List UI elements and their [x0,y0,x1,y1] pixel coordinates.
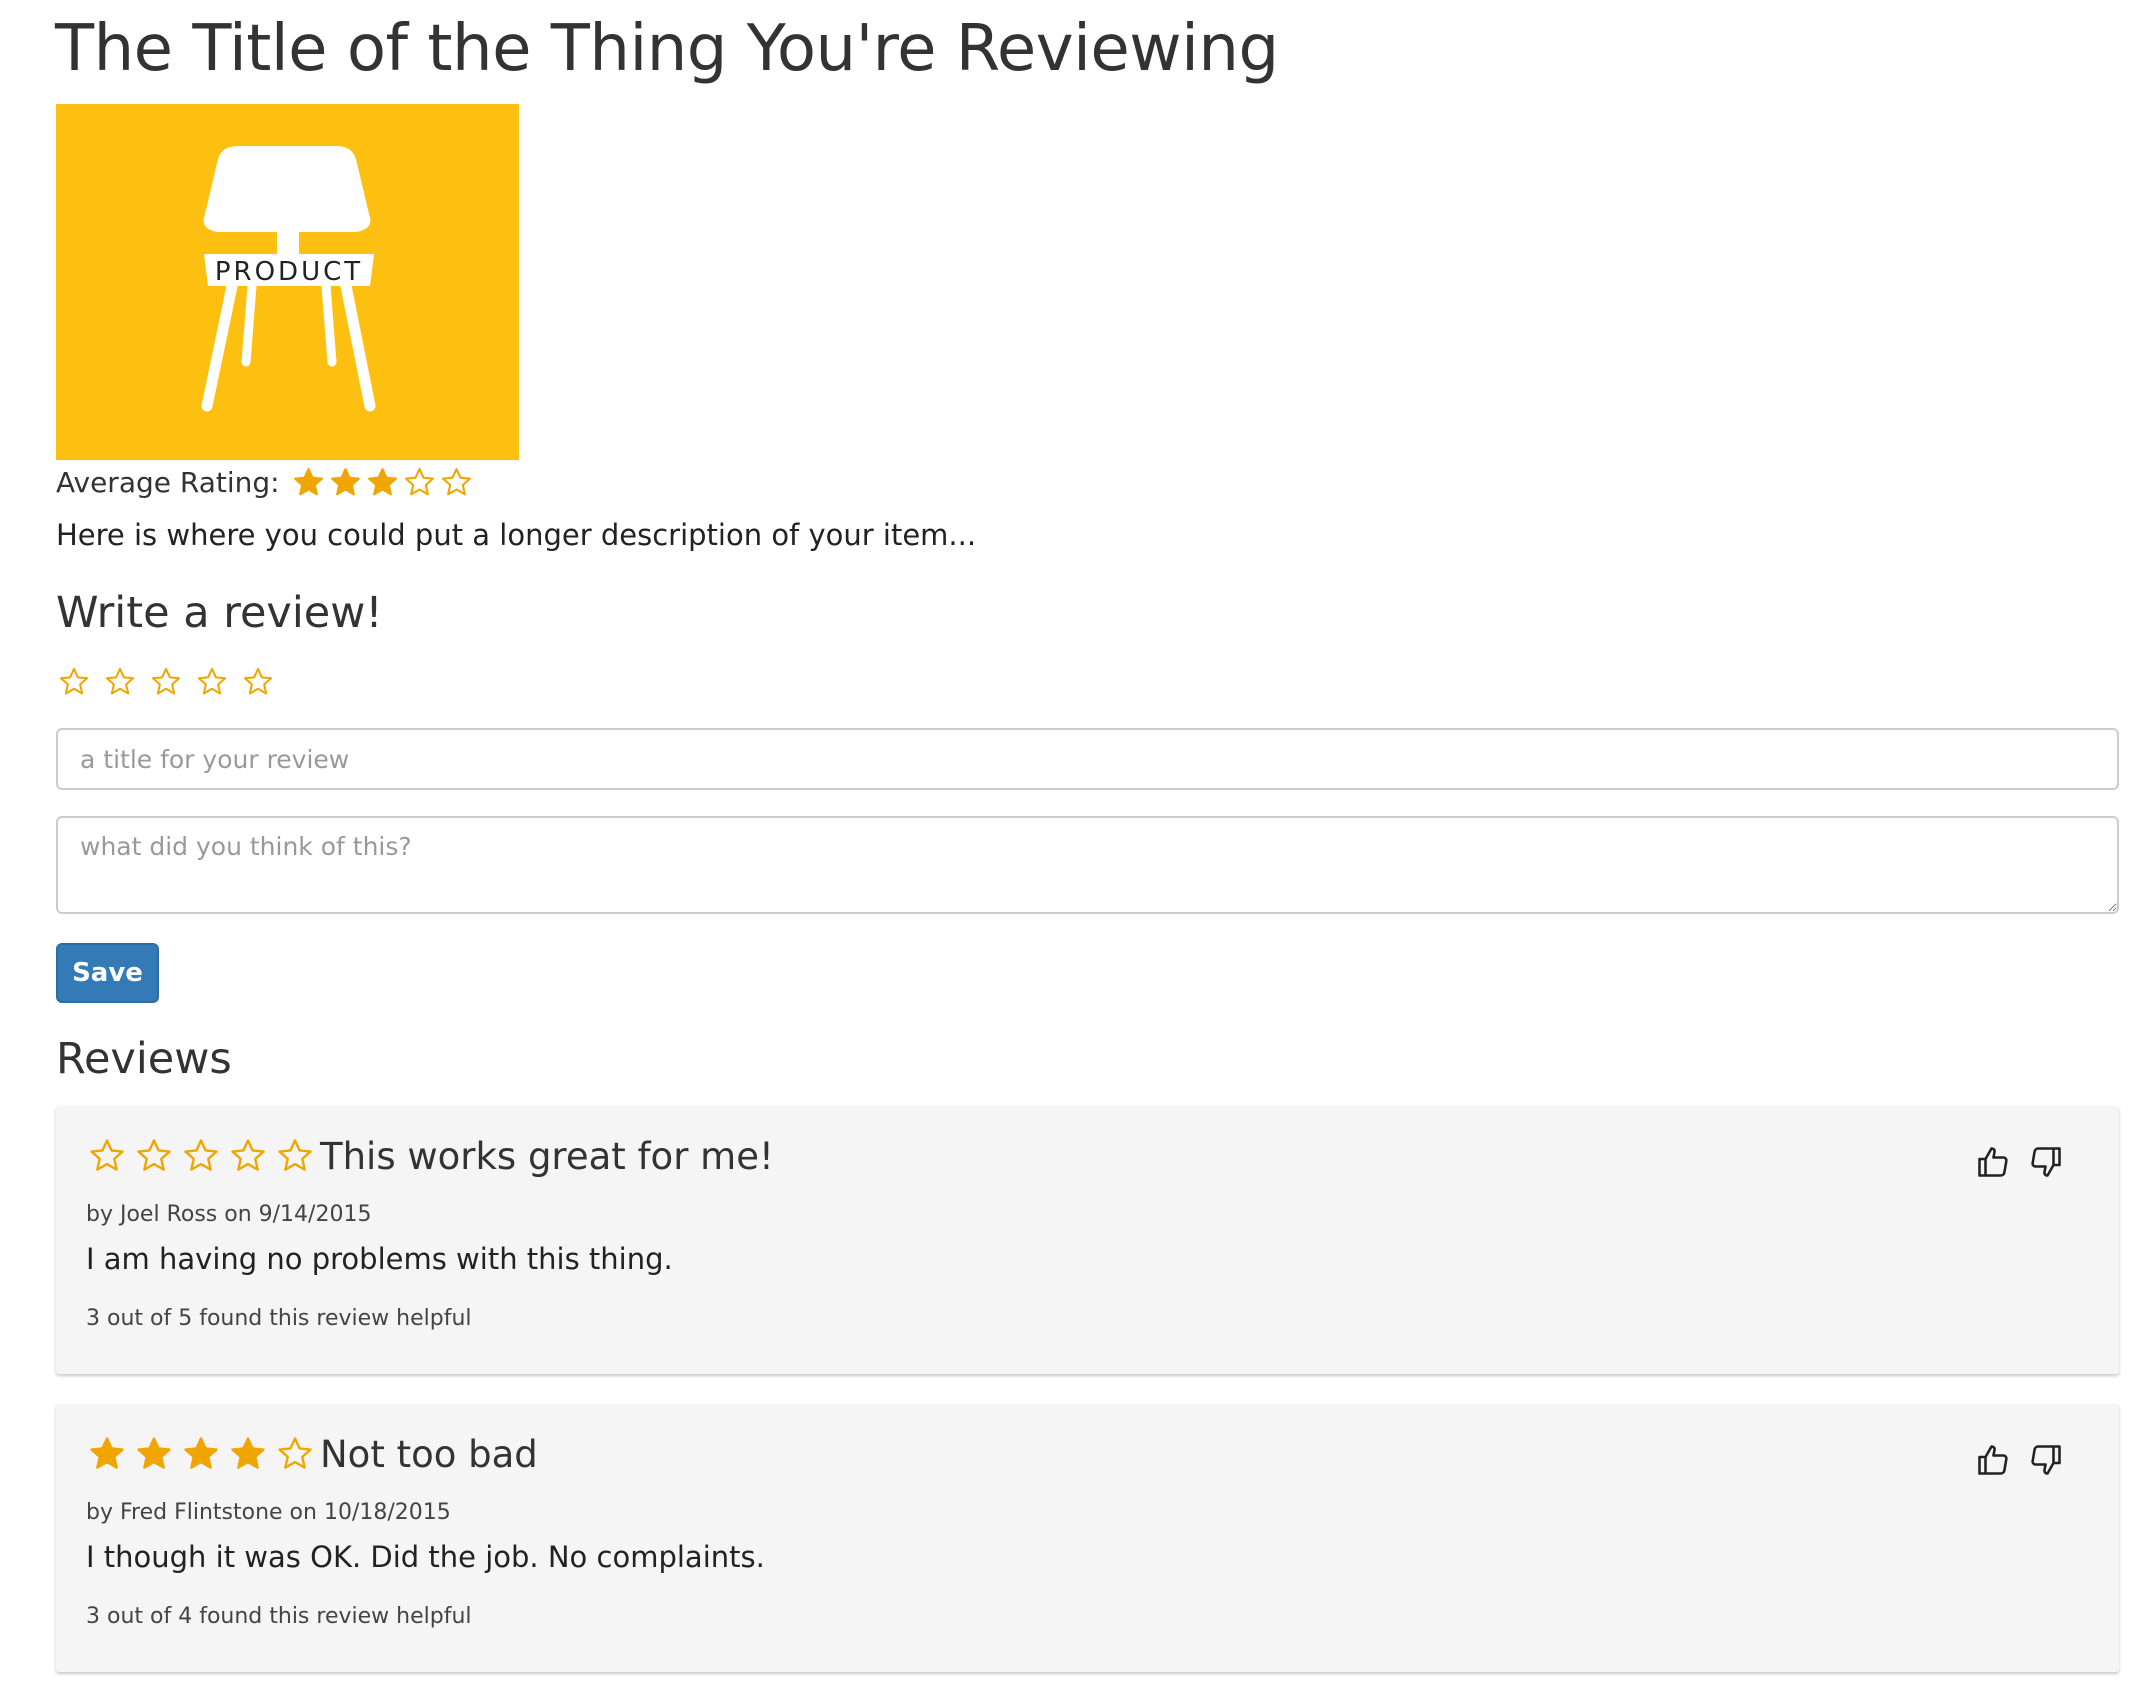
save-button[interactable]: Save [56,943,159,1003]
review-title: Not too bad [320,1432,538,1476]
star-empty-icon[interactable] [242,666,274,698]
review-body-textarea[interactable] [56,816,2119,914]
item-description: Here is where you could put a longer des… [56,518,977,552]
star-filled-icon [182,1435,220,1473]
star-empty-icon [440,466,473,499]
review-body: I though it was OK. Did the job. No comp… [86,1540,765,1574]
review-header: This works great for me! [88,1132,774,1180]
product-image-label: PRODUCT [215,257,363,287]
page-title: The Title of the Thing You're Reviewing [55,12,1279,86]
star-empty-icon [88,1137,126,1175]
star-empty-icon [276,1435,314,1473]
star-filled-icon [135,1435,173,1473]
thumbs-down-button[interactable] [2028,1144,2064,1180]
star-filled-icon [229,1435,267,1473]
product-image: PRODUCT [56,104,519,460]
review-rating-input[interactable] [58,664,274,700]
reviews-heading: Reviews [56,1034,232,1084]
review-body: I am having no problems with this thing. [86,1242,673,1276]
star-empty-icon [229,1137,267,1175]
star-empty-icon [182,1137,220,1175]
thumbs-up-icon [1978,1147,2008,1177]
review-rating-stars [88,1435,314,1473]
thumbs-down-icon [2031,1445,2061,1475]
review-card: This works great for me! by Joel Ross on… [56,1106,2119,1374]
star-empty-icon[interactable] [196,666,228,698]
thumbs-up-icon [1978,1445,2008,1475]
average-rating-stars [292,466,473,499]
thumbs-up-button[interactable] [1975,1442,2011,1478]
review-card: Not too bad by Fred Flintstone on 10/18/… [56,1404,2119,1672]
thumbs-up-button[interactable] [1975,1144,2011,1180]
chair-icon: PRODUCT [201,146,376,412]
review-rating-stars [88,1137,314,1175]
average-rating-label: Average Rating: [56,465,280,499]
star-empty-icon [403,466,436,499]
review-header: Not too bad [88,1430,538,1478]
review-title-input[interactable] [56,728,2119,790]
star-empty-icon[interactable] [104,666,136,698]
write-review-heading: Write a review! [56,588,383,638]
star-filled-icon [292,466,325,499]
average-rating: Average Rating: [56,462,473,502]
star-empty-icon[interactable] [150,666,182,698]
thumbs-down-button[interactable] [2028,1442,2064,1478]
star-filled-icon [329,466,362,499]
review-byline: by Joel Ross on 9/14/2015 [86,1202,372,1227]
star-empty-icon [135,1137,173,1175]
review-helpful-count: 3 out of 5 found this review helpful [86,1306,472,1331]
thumbs-down-icon [2031,1147,2061,1177]
star-empty-icon [276,1137,314,1175]
review-title: This works great for me! [320,1134,774,1178]
star-empty-icon[interactable] [58,666,90,698]
star-filled-icon [366,466,399,499]
review-helpful-count: 3 out of 4 found this review helpful [86,1604,472,1629]
star-filled-icon [88,1435,126,1473]
review-page: The Title of the Thing You're Reviewing … [0,0,2144,1682]
review-byline: by Fred Flintstone on 10/18/2015 [86,1500,451,1525]
